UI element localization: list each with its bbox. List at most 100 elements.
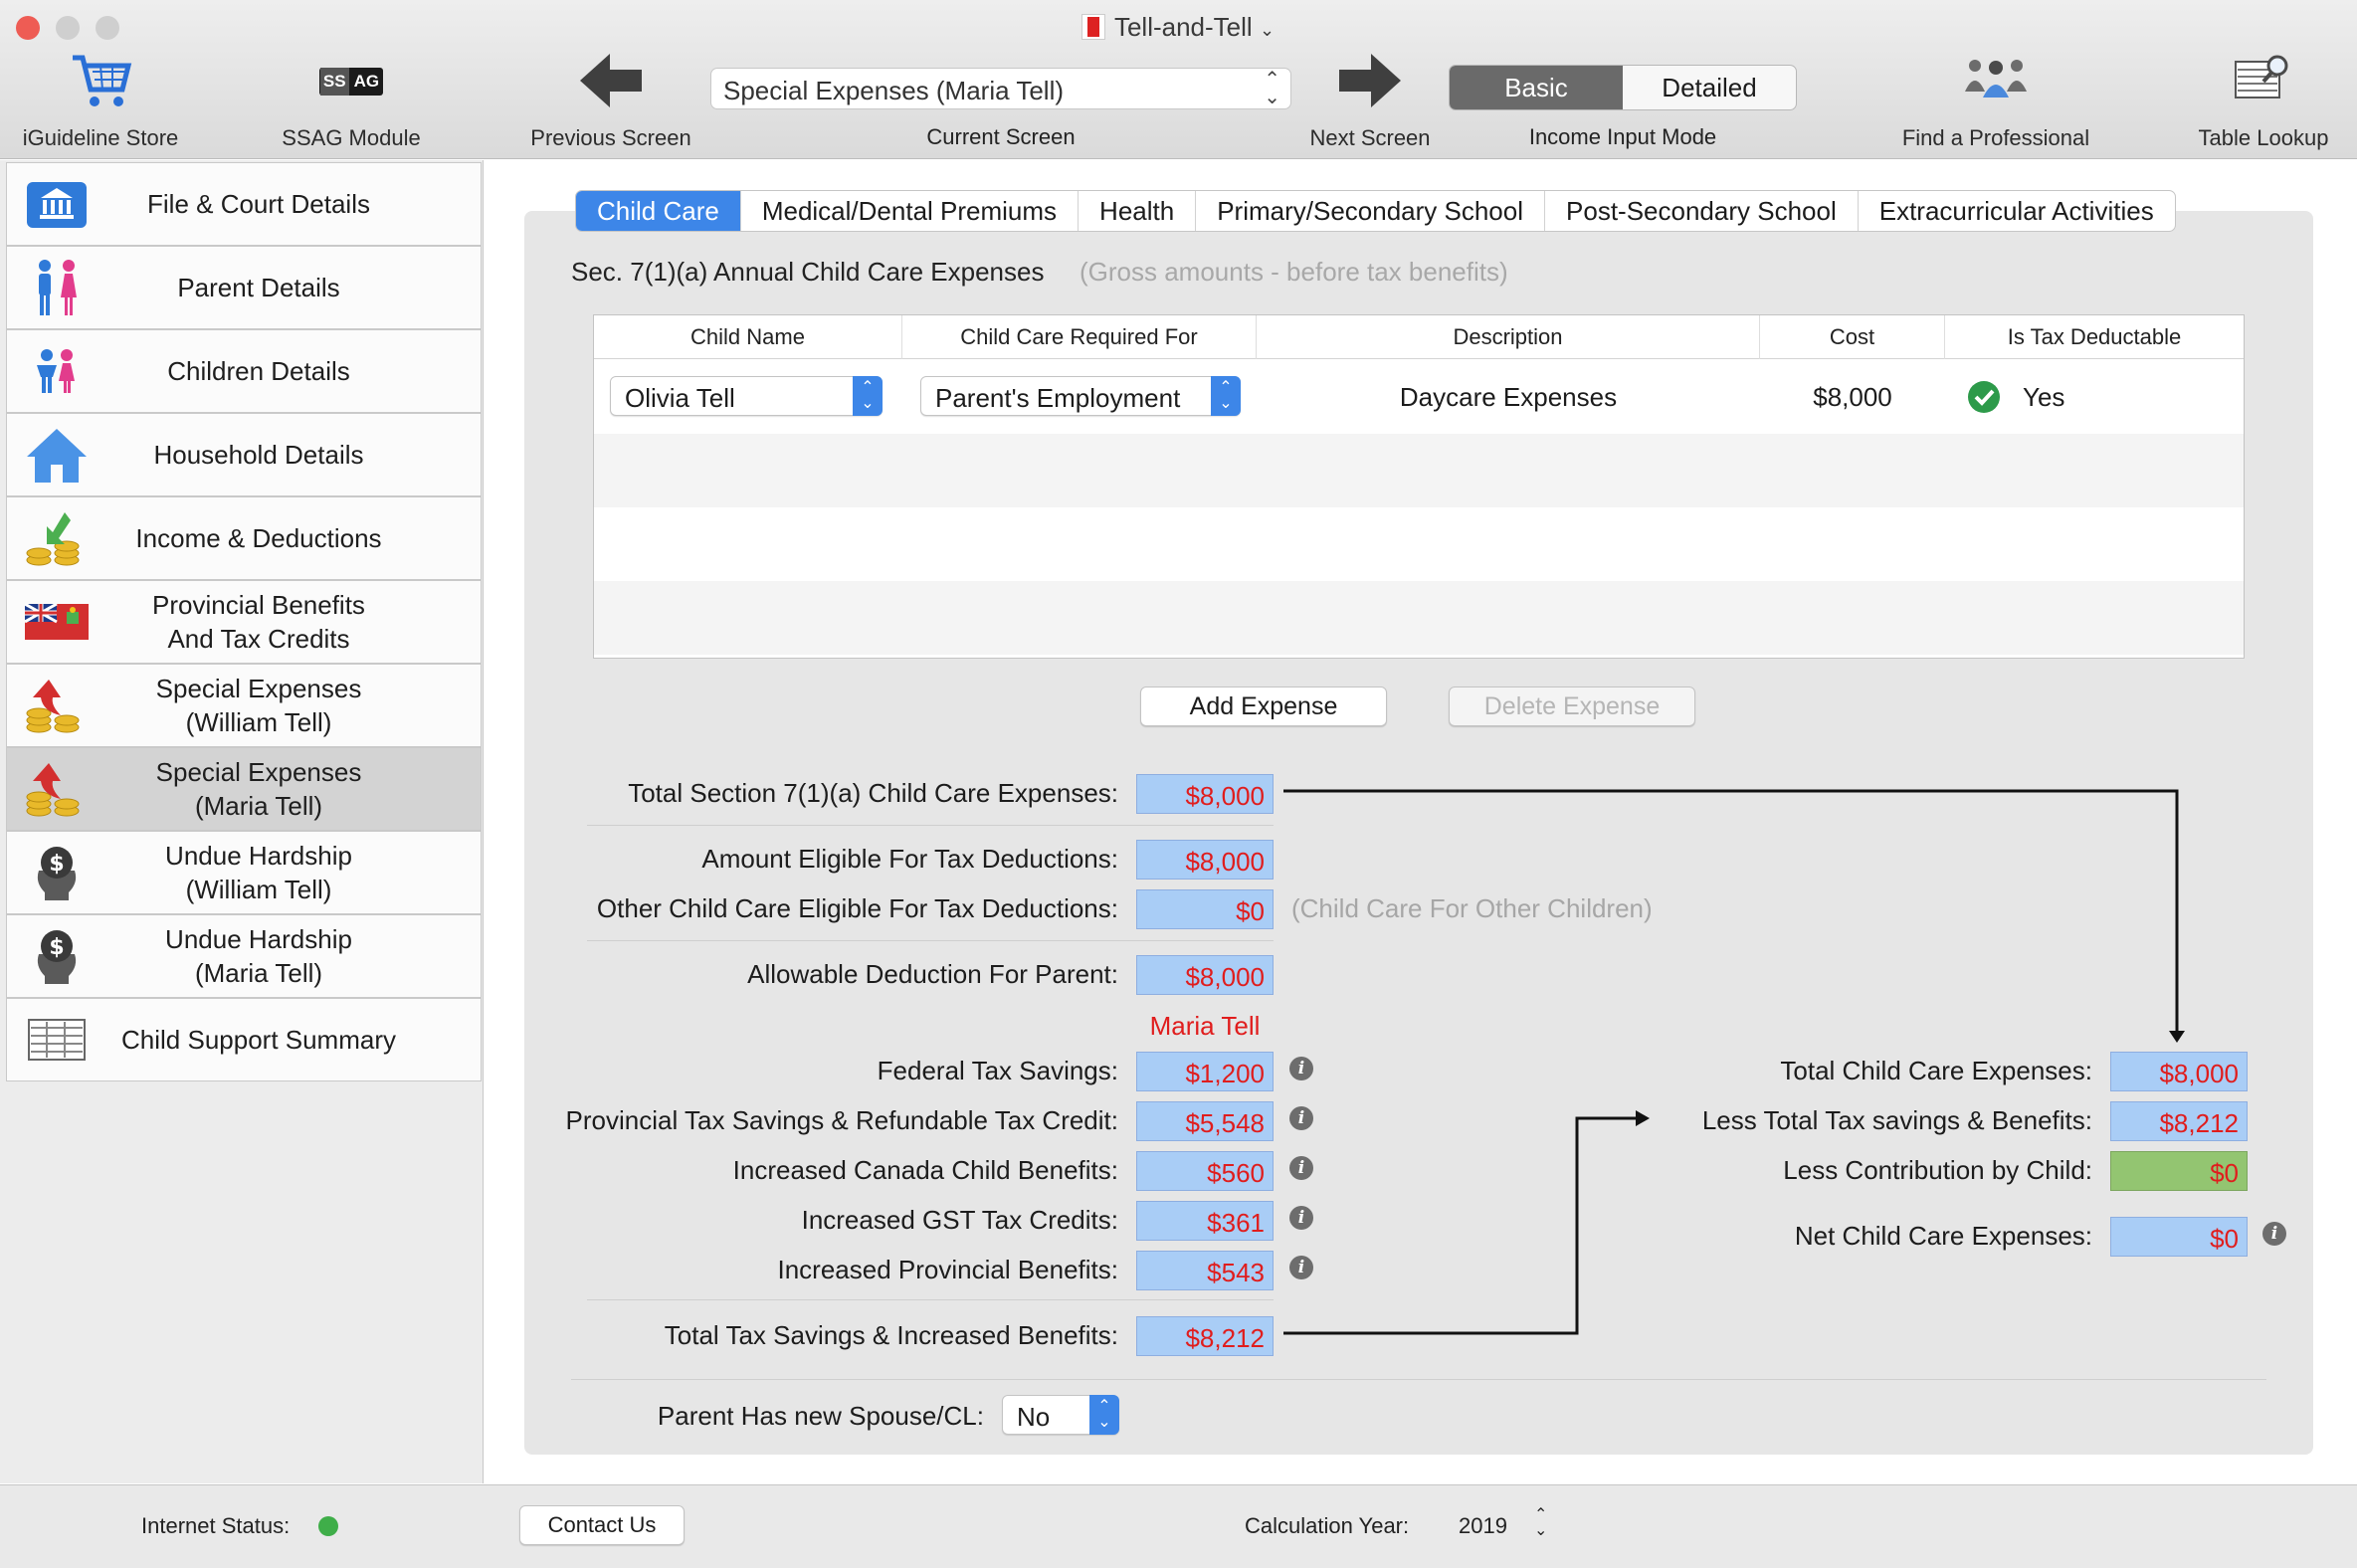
divider (587, 1299, 1274, 1300)
total-savings-value[interactable]: $8,212 (1136, 1316, 1274, 1356)
column-header[interactable]: Description (1257, 315, 1760, 359)
tab-medical-dental[interactable]: Medical/Dental Premiums (741, 191, 1080, 231)
calculation-year-stepper[interactable]: 2019 ⌃ ⌄ (1457, 1507, 1566, 1543)
delete-expense-button[interactable]: Delete Expense (1449, 686, 1695, 726)
summary-net-value[interactable]: $0 (2110, 1217, 2248, 1257)
window-title[interactable]: Tell-and-Tell ⌄ (0, 12, 2357, 43)
table-lookup-button[interactable]: Table Lookup (2169, 52, 2357, 151)
info-icon[interactable]: i (1289, 1106, 1313, 1130)
federal-label: Federal Tax Savings: (877, 1056, 1118, 1085)
federal-value[interactable]: $1,200 (1136, 1052, 1274, 1091)
child-name-value: Olivia Tell (625, 383, 735, 413)
income-mode-label: Income Input Mode (1528, 124, 1717, 149)
other-children-note: (Child Care For Other Children) (1291, 893, 1653, 923)
tab-primary-secondary[interactable]: Primary/Secondary School (1196, 191, 1546, 231)
other-eligible-label: Other Child Care Eligible For Tax Deduct… (596, 893, 1118, 923)
ssag-module-button[interactable]: SS AG SSAG Module (257, 52, 446, 151)
sidebar-item-income-deductions[interactable]: Income & Deductions (6, 496, 482, 580)
summary-less-child-value[interactable]: $0 (2110, 1151, 2248, 1191)
ontario-flag-icon (17, 587, 97, 657)
next-screen-button[interactable]: Next Screen (1276, 52, 1465, 151)
cost-cell[interactable]: $8,000 (1760, 382, 1945, 413)
tab-child-care[interactable]: Child Care (576, 191, 741, 231)
house-icon (17, 420, 97, 490)
sidebar-item-undue-hardship-maria[interactable]: $ Undue Hardship (Maria Tell) (6, 914, 482, 998)
current-screen-select[interactable]: Special Expenses (Maria Tell) ⌃ ⌄ (710, 68, 1291, 109)
svg-text:$: $ (49, 935, 64, 960)
prov-benefits-value[interactable]: $543 (1136, 1251, 1274, 1290)
checkmark-icon[interactable] (1967, 380, 2001, 414)
professionals-icon (1965, 60, 2027, 98)
app-flag-icon (1081, 15, 1104, 39)
column-header[interactable]: Cost (1760, 315, 1945, 359)
arrow-left-icon (580, 54, 642, 107)
sidebar-item-parent-details[interactable]: Parent Details (6, 246, 482, 329)
info-icon[interactable]: i (1289, 1057, 1313, 1080)
mode-basic-segment[interactable]: Basic (1450, 66, 1623, 109)
info-icon[interactable]: i (1289, 1206, 1313, 1230)
sidebar-item-label: Undue Hardship (William Tell) (165, 841, 352, 904)
other-eligible-value[interactable]: $0 (1136, 889, 1274, 929)
sidebar-item-label: Children Details (167, 356, 350, 386)
gst-value[interactable]: $361 (1136, 1201, 1274, 1241)
sidebar-item-provincial-benefits[interactable]: Provincial Benefits And Tax Credits (6, 580, 482, 664)
find-professional-button[interactable]: Find a Professional (1886, 52, 2105, 151)
table-row[interactable]: Olivia Tell ⌃ ⌄ Parent's Employment ⌃ ⌄ Da… (594, 360, 2244, 434)
sidebar-item-special-expenses-maria[interactable]: Special Expenses (Maria Tell) (6, 747, 482, 831)
column-header[interactable]: Child Care Required For (902, 315, 1257, 359)
total-section-value[interactable]: $8,000 (1136, 774, 1274, 814)
expense-tabs: Child Care Medical/Dental Premiums Healt… (575, 190, 2176, 232)
child-name-select[interactable]: Olivia Tell ⌃ ⌄ (610, 376, 883, 416)
new-spouse-select[interactable]: No ⌃ ⌄ (1002, 1395, 1119, 1435)
sidebar-item-label: Household Details (153, 440, 364, 470)
sidebar-item-label: File & Court Details (147, 189, 370, 219)
sidebar-item-label: Child Support Summary (121, 1025, 396, 1055)
column-header[interactable]: Child Name (594, 315, 902, 359)
current-screen-label: Current Screen (926, 124, 1076, 149)
info-icon[interactable]: i (1289, 1156, 1313, 1180)
ssag-badge-right: AG (353, 72, 380, 91)
info-icon[interactable]: i (1289, 1256, 1313, 1279)
sidebar-item-special-expenses-william[interactable]: Special Expenses (William Tell) (6, 664, 482, 747)
summary-total-value[interactable]: $8,000 (2110, 1052, 2248, 1091)
coins-up-arrow-icon (17, 671, 97, 740)
sidebar-item-household-details[interactable]: Household Details (6, 413, 482, 496)
column-header[interactable]: Is Tax Deductable (1945, 315, 2244, 359)
table-magnifier-icon (2235, 55, 2288, 98)
sidebar-item-child-support-summary[interactable]: Child Support Summary (6, 998, 482, 1081)
ccb-value[interactable]: $560 (1136, 1151, 1274, 1191)
window-toolbar: Tell-and-Tell ⌄ iGuideline Store SS AG SS… (0, 0, 2357, 159)
table-lookup-label: Table Lookup (2198, 125, 2329, 150)
summary-less-child-label: Less Contribution by Child: (1783, 1155, 2092, 1185)
sidebar-item-label: Income & Deductions (135, 523, 382, 553)
contact-us-button[interactable]: Contact Us (519, 1505, 685, 1545)
total-savings-label: Total Tax Savings & Increased Benefits: (664, 1320, 1118, 1350)
previous-screen-button[interactable]: Previous Screen (515, 52, 706, 151)
store-button[interactable]: iGuideline Store (6, 52, 195, 151)
tab-health[interactable]: Health (1079, 191, 1197, 231)
expense-table: Child Name Child Care Required For Descr… (593, 314, 2245, 659)
status-bar: Internet Status: Contact Us Calculation … (0, 1484, 2357, 1568)
eligible-value[interactable]: $8,000 (1136, 840, 1274, 880)
sidebar-item-children-details[interactable]: Children Details (6, 329, 482, 413)
income-mode-toggle[interactable]: Basic Detailed (1449, 65, 1797, 110)
next-screen-label: Next Screen (1309, 125, 1431, 150)
mode-detailed-segment[interactable]: Detailed (1623, 66, 1796, 109)
provincial-value[interactable]: $5,548 (1136, 1101, 1274, 1141)
tab-extracurricular[interactable]: Extracurricular Activities (1859, 191, 2175, 231)
allowable-value[interactable]: $8,000 (1136, 955, 1274, 995)
sidebar-item-undue-hardship-william[interactable]: $ Undue Hardship (William Tell) (6, 831, 482, 914)
tab-post-secondary[interactable]: Post-Secondary School (1545, 191, 1859, 231)
description-cell[interactable]: Daycare Expenses (1257, 382, 1760, 413)
gst-label: Increased GST Tax Credits: (801, 1205, 1118, 1235)
add-expense-button[interactable]: Add Expense (1140, 686, 1387, 726)
window-title-text: Tell-and-Tell (1113, 12, 1253, 42)
info-icon[interactable]: i (2262, 1222, 2286, 1246)
select-chevrons-icon: ⌃ ⌄ (853, 376, 883, 416)
care-required-select[interactable]: Parent's Employment ⌃ ⌄ (920, 376, 1241, 416)
current-screen-value: Special Expenses (Maria Tell) (723, 76, 1064, 105)
sidebar-item-file-court[interactable]: File & Court Details (6, 162, 482, 246)
coins-up-arrow-icon (17, 754, 97, 824)
ccb-label: Increased Canada Child Benefits: (732, 1155, 1118, 1185)
summary-less-savings-value[interactable]: $8,212 (2110, 1101, 2248, 1141)
